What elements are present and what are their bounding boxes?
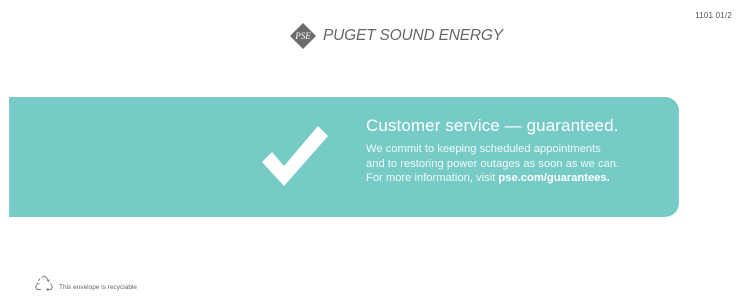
banner-body-line2: and to restoring power outages as soon a… — [366, 157, 620, 170]
envelope-page: 1101 01/2 PSE PUGET SOUND ENERGY Custome… — [0, 0, 736, 296]
banner-body-line3: For more information, visit — [366, 172, 499, 184]
recyclable-notice: This envelope is recyclable — [34, 275, 137, 293]
company-name: PUGET SOUND ENERGY — [323, 27, 503, 44]
banner-title: Customer service — guaranteed. — [366, 116, 619, 135]
company-logo: PSE PUGET SOUND ENERGY — [289, 22, 503, 50]
guarantees-link[interactable]: pse.com/guarantees. — [498, 172, 609, 184]
recycle-icon — [34, 275, 54, 293]
banner-text-block: Customer service — guaranteed. We commit… — [366, 116, 676, 186]
pse-diamond-icon: PSE — [289, 22, 317, 50]
logo-mark-text: PSE — [294, 31, 311, 41]
recyclable-text: This envelope is recyclable — [59, 283, 138, 291]
document-code: 1101 01/2 — [695, 11, 732, 20]
banner-body-line1: We commit to keeping scheduled appointme… — [366, 143, 601, 155]
checkmark-icon — [260, 124, 330, 188]
banner-body: We commit to keeping scheduled appointme… — [366, 142, 676, 186]
service-guarantee-banner: Customer service — guaranteed. We commit… — [9, 97, 679, 217]
